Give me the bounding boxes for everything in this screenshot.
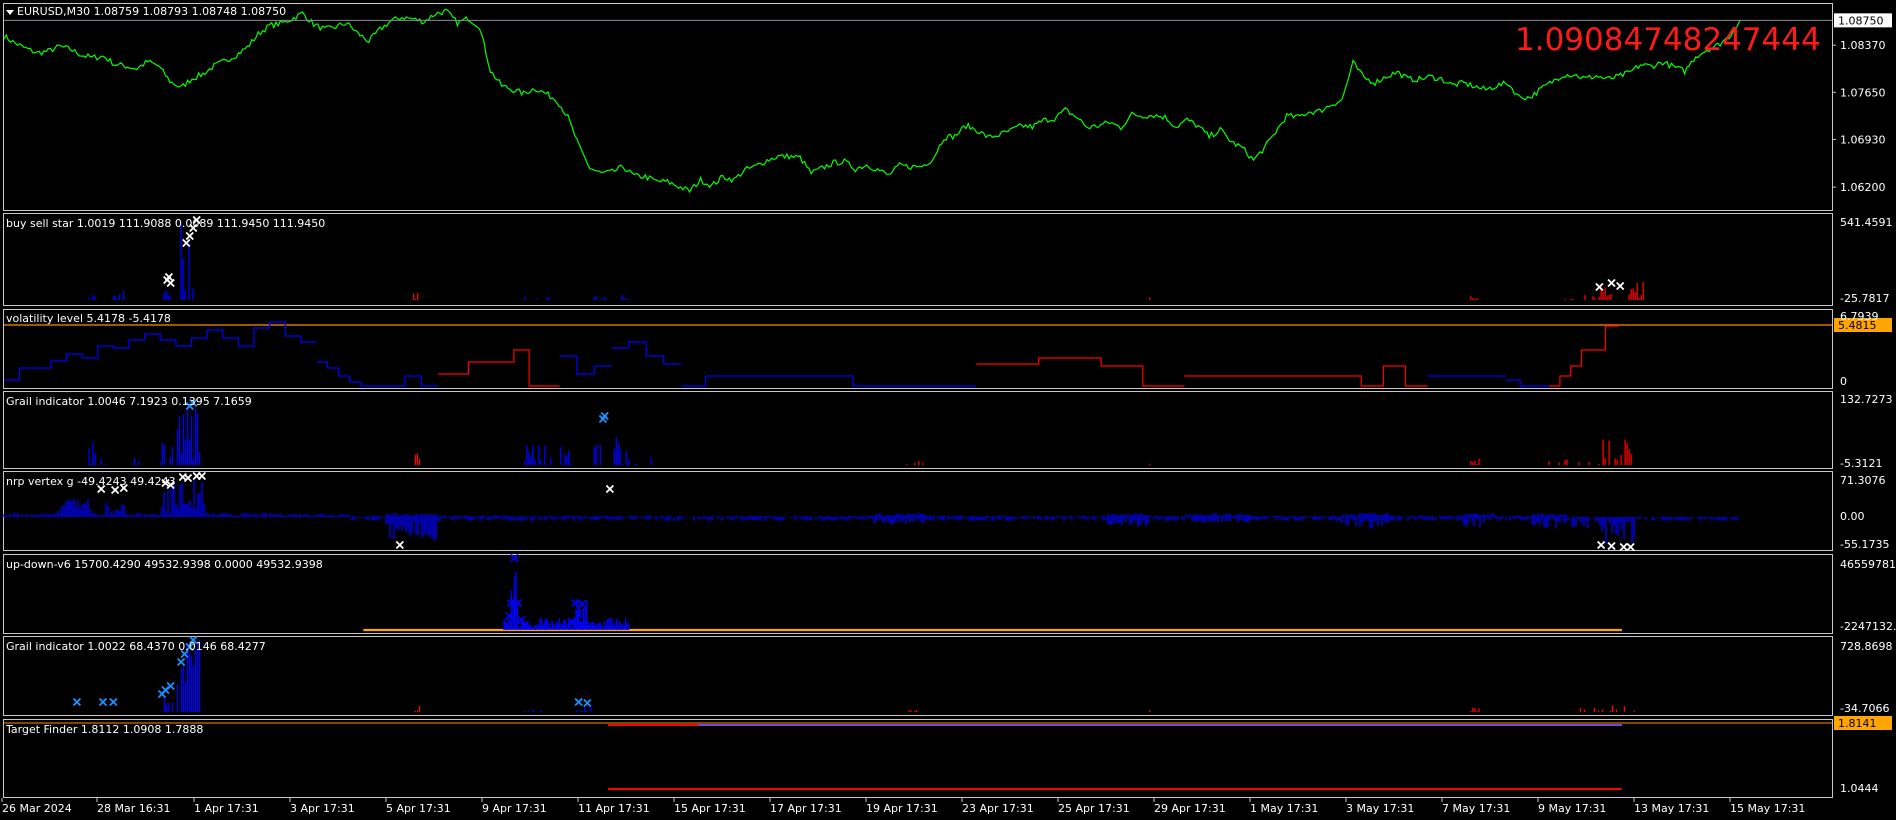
indicator-tick-label: -25.7817 [1840, 292, 1889, 305]
target-finder-level-value: 1.8141 [1838, 717, 1877, 730]
price-pane-title[interactable]: EURUSD,M30 1.08759 1.08793 1.08748 1.087… [6, 5, 286, 18]
x-tick-label: 15 May 17:31 [1730, 802, 1805, 815]
x-tick-label: 13 May 17:31 [1634, 802, 1709, 815]
x-tick-label: 17 Apr 17:31 [770, 802, 842, 815]
current-price-value: 1.08750 [1838, 14, 1884, 27]
pane-title-nrp-vertex: nrp vertex g -49.4243 49.4243 [6, 475, 176, 488]
pane-title-grail-2: Grail indicator 1.0022 68.4370 0.0146 68… [6, 640, 266, 653]
x-tick-label: 28 Mar 16:31 [97, 802, 170, 815]
price-tick-label: 1.07650 [1840, 86, 1886, 99]
pane-title-volatility: volatility level 5.4178 -5.4178 [6, 312, 171, 325]
indicator-tick-label: 46559781. [1840, 558, 1896, 571]
x-tick-label: 15 Apr 17:31 [674, 802, 746, 815]
x-tick-label: 7 May 17:31 [1442, 802, 1510, 815]
x-tick-label: 11 Apr 17:31 [578, 802, 650, 815]
price-pane-title-text: EURUSD,M30 1.08759 1.08793 1.08748 1.087… [17, 5, 287, 18]
x-tick-label: 3 May 17:31 [1346, 802, 1414, 815]
indicator-tick-label: 728.8698 [1840, 640, 1893, 653]
x-tick-label: 1 Apr 17:31 [194, 802, 259, 815]
x-tick-label: 23 Apr 17:31 [962, 802, 1034, 815]
x-tick-label: 29 Apr 17:31 [1154, 802, 1226, 815]
pane-title-up-down: up-down-v6 15700.4290 49532.9398 0.0000 … [6, 558, 323, 571]
chevron-down-icon[interactable] [6, 9, 14, 15]
x-tick-label: 5 Apr 17:31 [386, 802, 451, 815]
pane-title-buy-sell-star: buy sell star 1.0019 111.9088 0.0089 111… [6, 217, 326, 230]
price-tick-label: 1.06930 [1840, 133, 1886, 146]
pane-title-target-finder: Target Finder 1.8112 1.0908 1.7888 [6, 723, 204, 736]
indicator-tick-label: -2247132.4 [1840, 620, 1896, 633]
x-tick-label: 3 Apr 17:31 [290, 802, 355, 815]
x-tick-label: 1 May 17:31 [1250, 802, 1318, 815]
price-tick-label: 1.06200 [1840, 181, 1886, 194]
pane-title-grail-1: Grail indicator 1.0046 7.1923 0.1395 7.1… [6, 395, 252, 408]
indicator-tick-label: 1.0444 [1840, 782, 1879, 795]
big-price-label: 1.09084748247444 [1515, 22, 1821, 58]
indicator-tick-label: -55.1735 [1840, 538, 1889, 551]
price-tick-label: 1.08370 [1840, 39, 1886, 52]
indicator-tick-label: 0 [1840, 375, 1847, 388]
indicator-tick-label: 6.7939 [1840, 310, 1879, 323]
x-tick-label: 9 Apr 17:31 [482, 802, 547, 815]
indicator-tick-label: 541.4591 [1840, 216, 1893, 229]
trading-chart[interactable]: 1.08750 1.08370 1.07650 1.06930 1.06200 541.4… [0, 0, 1896, 820]
indicator-tick-label: -5.3121 [1840, 457, 1882, 470]
x-tick-label: 9 May 17:31 [1538, 802, 1606, 815]
indicator-tick-label: 71.3076 [1840, 474, 1886, 487]
x-tick-label: 25 Apr 17:31 [1058, 802, 1130, 815]
indicator-tick-label: 0.00 [1840, 510, 1865, 523]
x-tick-label: 26 Mar 2024 [2, 802, 72, 815]
x-tick-label: 19 Apr 17:31 [866, 802, 938, 815]
indicator-tick-label: 132.7273 [1840, 393, 1893, 406]
indicator-tick-label: -34.7066 [1840, 702, 1889, 715]
